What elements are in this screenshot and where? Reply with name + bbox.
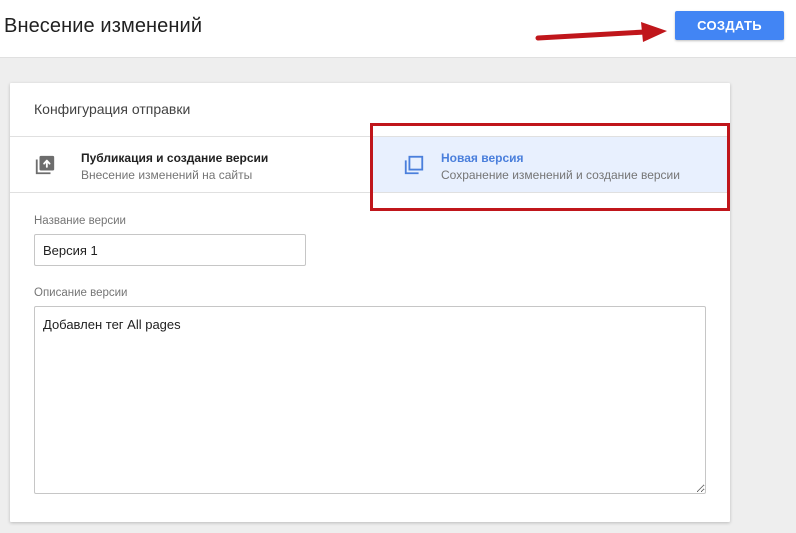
option-publish-subtitle: Внесение изменений на сайты — [81, 168, 253, 182]
page-title: Внесение изменений — [4, 15, 203, 37]
version-name-input[interactable] — [34, 234, 306, 266]
submission-config-card: Конфигурация отправки Публикация и созда… — [10, 83, 730, 522]
option-publish-title: Публикация и создание версии — [81, 151, 269, 165]
option-publish[interactable]: Публикация и создание версии Внесение из… — [10, 137, 371, 192]
option-new-version-subtitle: Сохранение изменений и создание версии — [441, 168, 680, 182]
option-new-version-title: Новая версия — [441, 151, 524, 165]
version-description-textarea[interactable]: Добавлен тег All pages — [34, 306, 706, 494]
publish-icon — [35, 155, 55, 175]
submission-options: Публикация и создание версии Внесение из… — [10, 136, 730, 193]
create-button[interactable]: СОЗДАТЬ — [675, 11, 784, 40]
version-name-label: Название версии — [34, 215, 126, 227]
page-header: Внесение изменений СОЗДАТЬ — [0, 0, 796, 58]
card-title: Конфигурация отправки — [34, 101, 191, 117]
version-description-label: Описание версии — [34, 287, 128, 299]
annotation-arrow — [535, 22, 667, 42]
new-version-icon — [404, 155, 424, 175]
option-new-version[interactable]: Новая версия Сохранение изменений и созд… — [371, 137, 730, 192]
